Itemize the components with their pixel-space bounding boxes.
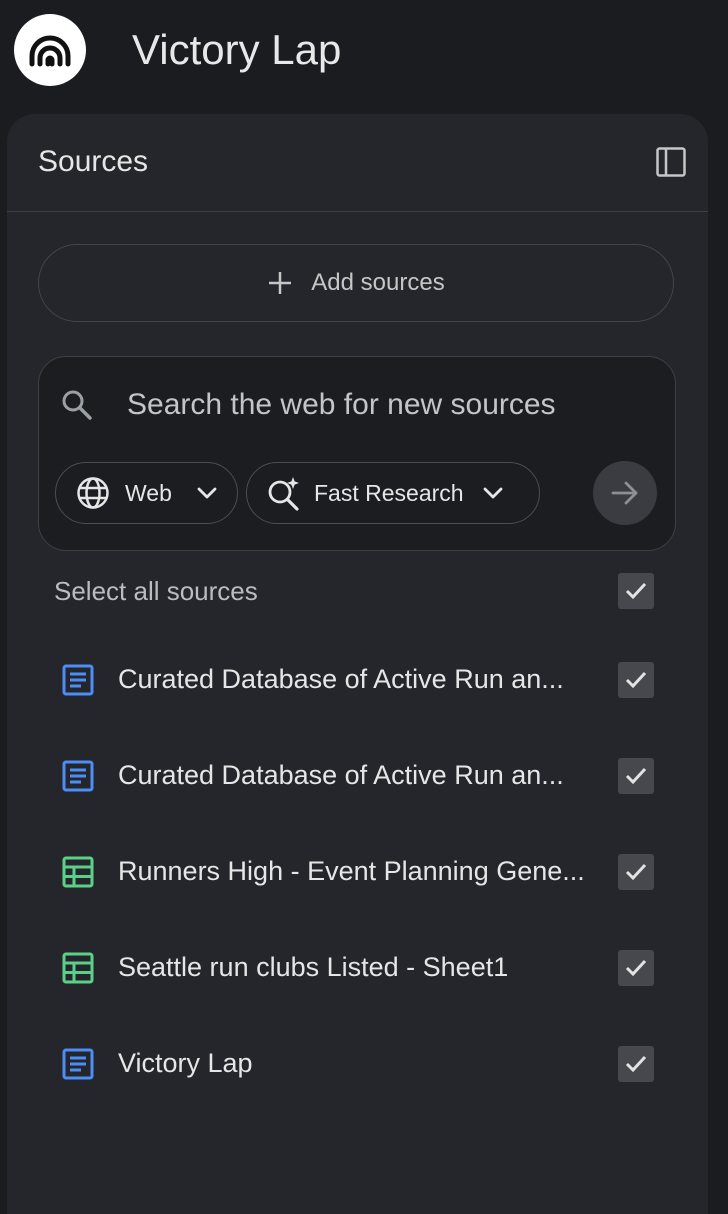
document-icon (62, 1048, 94, 1080)
top-bar: Victory Lap (0, 0, 728, 104)
research-mode-label: Fast Research (314, 479, 464, 506)
source-title: Victory Lap (118, 1048, 253, 1078)
source-title: Curated Database of Active Run an... (118, 760, 564, 790)
arrow-right-icon (611, 481, 638, 505)
checkmark-icon (625, 582, 647, 600)
chevron-down-icon (483, 487, 502, 499)
web-search-input[interactable] (127, 383, 647, 427)
checkmark-icon (625, 767, 647, 785)
checkmark-icon (625, 671, 647, 689)
spreadsheet-icon (62, 952, 94, 984)
source-list-item[interactable]: Curated Database of Active Run an... (7, 740, 708, 812)
source-checkbox[interactable] (618, 950, 654, 986)
document-icon (62, 664, 94, 696)
sources-panel-header: Sources (7, 114, 708, 212)
source-title: Runners High - Event Planning Gene... (118, 856, 585, 886)
globe-icon (77, 477, 109, 509)
source-checkbox[interactable] (618, 758, 654, 794)
sources-panel-title: Sources (38, 145, 149, 178)
source-list-item[interactable]: Victory Lap (7, 1028, 708, 1100)
add-sources-label: Add sources (311, 269, 445, 296)
notebook-title[interactable]: Victory Lap (132, 26, 341, 74)
search-icon (62, 390, 92, 420)
checkmark-icon (625, 863, 647, 881)
web-search-box: Web Fast Research (38, 356, 676, 551)
source-list-item[interactable]: Runners High - Event Planning Gene... (7, 836, 708, 908)
sparkle-search-icon (268, 477, 299, 511)
panel-collapse-icon (656, 147, 686, 177)
source-checkbox[interactable] (618, 662, 654, 698)
checkmark-icon (625, 959, 647, 977)
source-list-item[interactable]: Seattle run clubs Listed - Sheet1 (7, 932, 708, 1004)
source-checkbox[interactable] (618, 1046, 654, 1082)
sources-panel: Sources Add sources Web (7, 114, 708, 1214)
source-type-dropdown[interactable]: Web (55, 462, 238, 524)
spreadsheet-icon (62, 856, 94, 888)
document-icon (62, 760, 94, 792)
chevron-down-icon (197, 487, 217, 499)
select-all-checkbox[interactable] (618, 573, 654, 609)
source-title: Seattle run clubs Listed - Sheet1 (118, 952, 509, 982)
research-mode-dropdown[interactable]: Fast Research (246, 462, 540, 524)
add-sources-button[interactable]: Add sources (38, 244, 674, 322)
plus-icon (269, 272, 292, 294)
source-type-label: Web (125, 479, 172, 506)
checkmark-icon (625, 1055, 647, 1073)
source-list-item[interactable]: Curated Database of Active Run an... (7, 644, 708, 716)
source-checkbox[interactable] (618, 854, 654, 890)
source-title: Curated Database of Active Run an... (118, 664, 564, 694)
select-all-label: Select all sources (54, 576, 258, 606)
app-logo[interactable] (14, 14, 86, 86)
search-submit-button[interactable] (593, 461, 657, 525)
collapse-panel-button[interactable] (653, 144, 689, 180)
notebook-waves-icon (29, 35, 71, 67)
